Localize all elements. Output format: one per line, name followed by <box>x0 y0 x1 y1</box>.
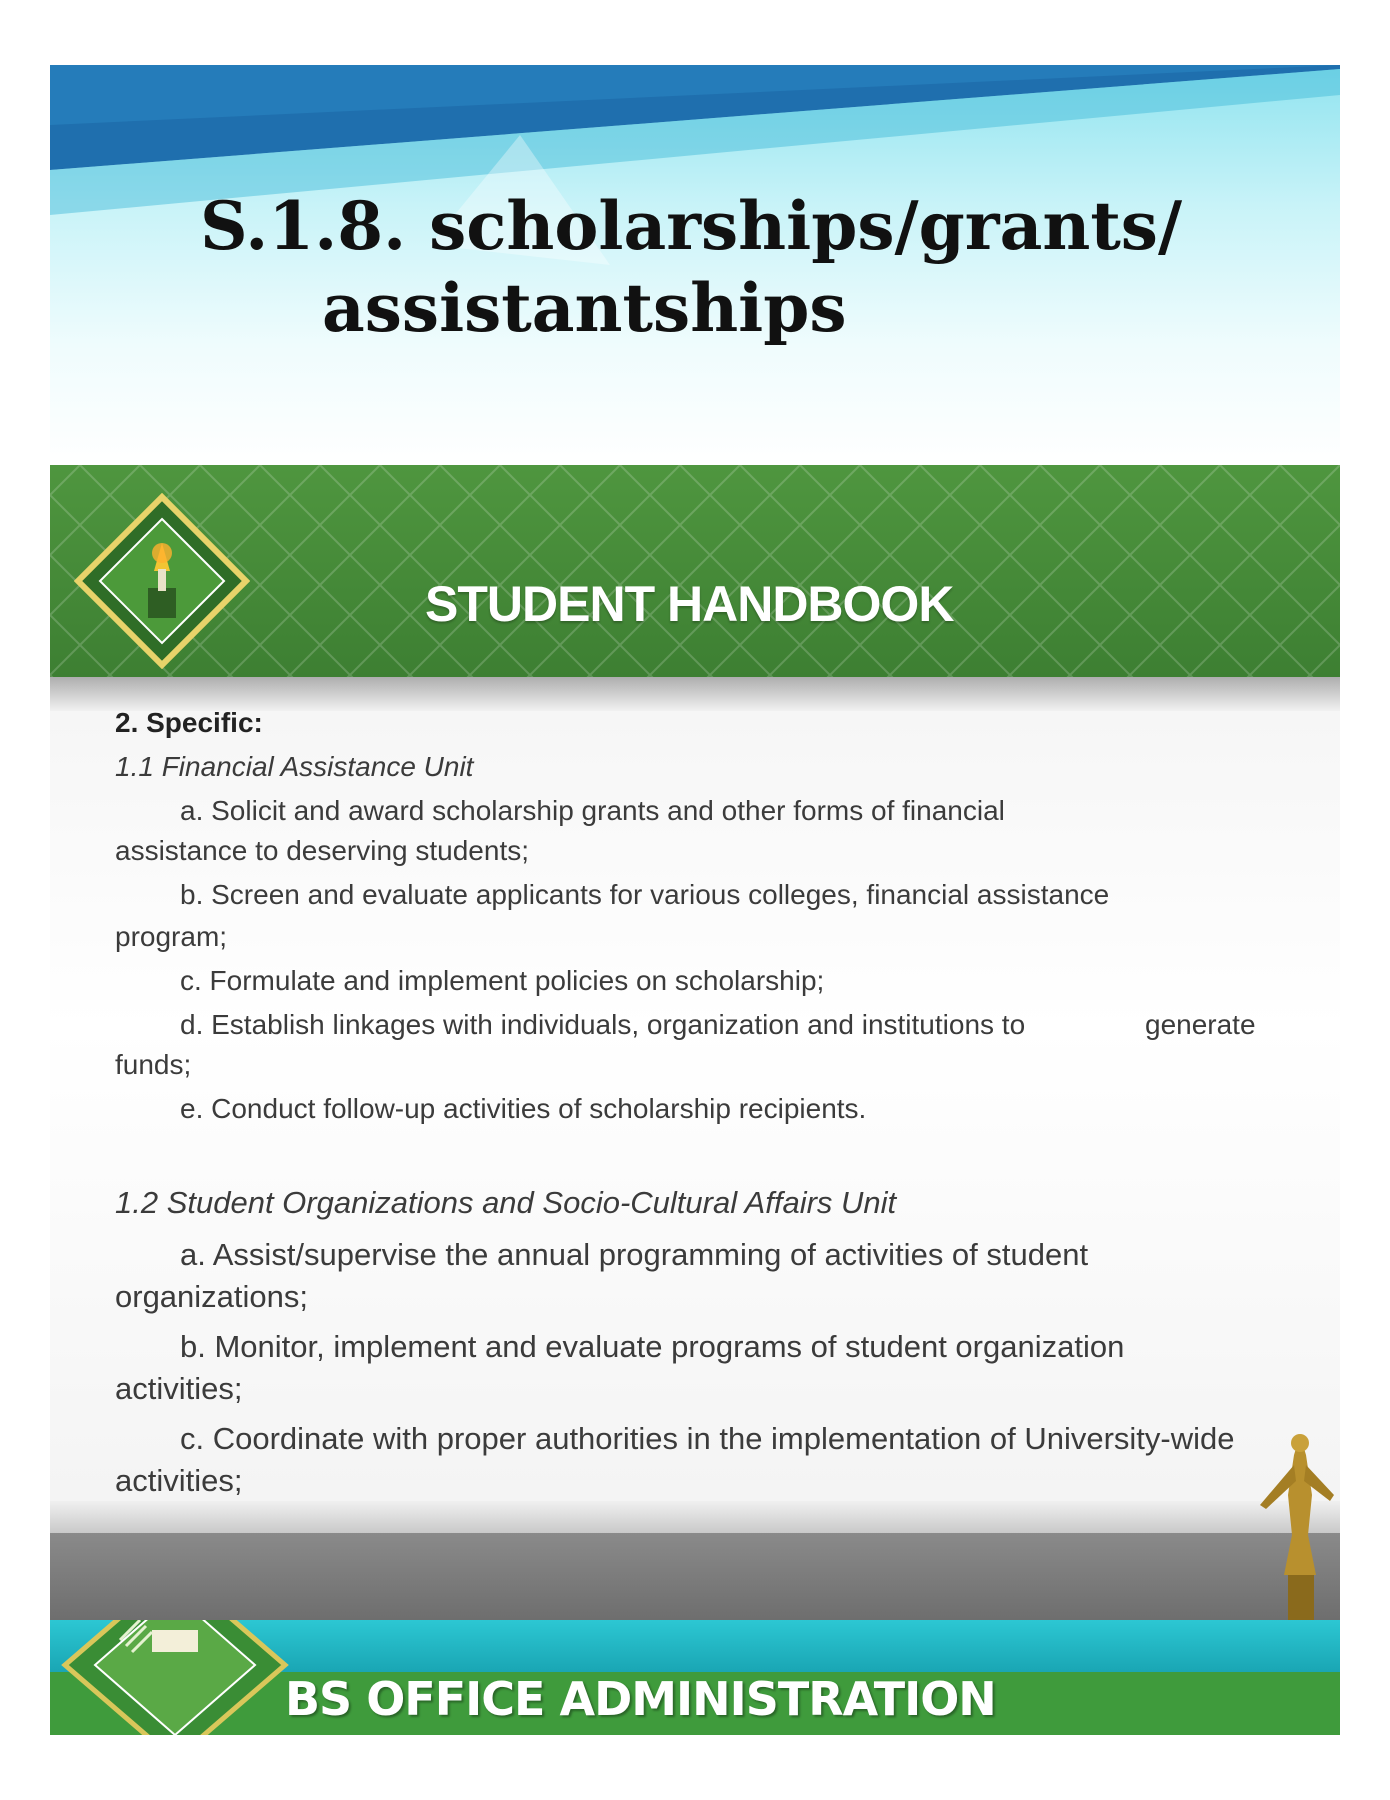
unit-1-item-b: b. Screen and evaluate applicants for va… <box>180 879 1110 910</box>
handbook-footer-edge <box>50 1501 1340 1533</box>
unit-1-item-a: a. Solicit and award scholarship grants … <box>180 795 1005 826</box>
slide-title-line-2: assistantships <box>322 269 847 347</box>
unit-2-heading: 1.2 Student Organizations and Socio-Cult… <box>115 1185 897 1220</box>
college-seal-icon <box>61 1620 289 1735</box>
unit-1-item-d-tail: generate <box>1145 1009 1256 1040</box>
unit-2-item-b-cont: activities; <box>115 1371 243 1406</box>
section-heading: 2. Specific: <box>115 707 263 738</box>
unit-1-heading: 1.1 Financial Assistance Unit <box>115 751 474 782</box>
unit-1-item-b-cont: program; <box>115 921 228 952</box>
student-handbook-excerpt: STUDENT HANDBOOK 2. Specific: 1.1 Financ… <box>50 465 1340 1620</box>
university-seal-icon <box>74 493 250 669</box>
unit-1-item-a-cont: assistance to deserving students; <box>115 835 530 866</box>
slide-title-line-1: S.1.8. scholarships/grants/ <box>200 187 1183 265</box>
unit-2-item-a-cont: organizations; <box>115 1279 309 1314</box>
unit-1-item-e: e. Conduct follow-up activities of schol… <box>180 1093 867 1124</box>
handbook-header: STUDENT HANDBOOK <box>50 465 1340 677</box>
slide-title-panel: S.1.8. scholarships/grants/ assistantshi… <box>50 65 1340 465</box>
program-title: BS OFFICE ADMINISTRATION <box>285 1672 997 1726</box>
unit-2-item-b: b. Monitor, implement and evaluate progr… <box>180 1329 1125 1364</box>
unit-1-item-d: d. Establish linkages with individuals, … <box>180 1009 1026 1040</box>
handbook-title: STUDENT HANDBOOK <box>425 576 954 632</box>
unit-2-item-a: a. Assist/supervise the annual programmi… <box>180 1237 1089 1272</box>
handbook-footer-bar <box>50 1533 1340 1620</box>
unit-2-item-c: c. Coordinate with proper authorities in… <box>180 1421 1235 1456</box>
unit-1-item-c: c. Formulate and implement policies on s… <box>180 965 825 996</box>
unit-2-item-c-cont: activities; <box>115 1463 243 1498</box>
oblation-statue-icon <box>1260 1434 1334 1620</box>
program-banner: BS OFFICE ADMINISTRATION <box>50 1620 1340 1735</box>
unit-1-item-d-cont: funds; <box>115 1049 192 1080</box>
header-shadow <box>50 677 1340 711</box>
